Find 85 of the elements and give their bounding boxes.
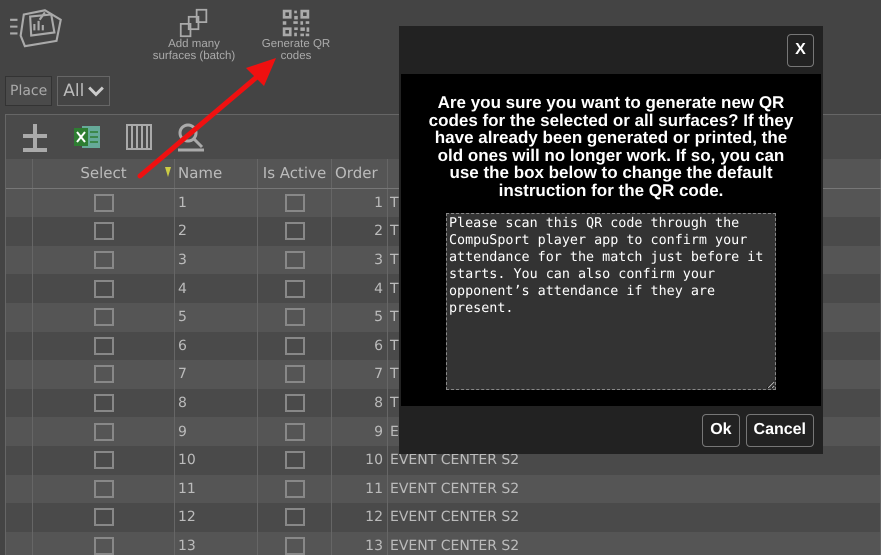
table-cell: 8 bbox=[178, 395, 187, 412]
table-cell: 5 bbox=[374, 309, 383, 326]
chevron-down-icon bbox=[88, 85, 104, 97]
checkbox[interactable] bbox=[284, 451, 304, 470]
checkbox[interactable] bbox=[284, 251, 304, 270]
place-label: Place bbox=[5, 76, 52, 106]
table-cell: 6 bbox=[374, 338, 383, 354]
checkbox[interactable] bbox=[94, 537, 114, 555]
checkbox[interactable] bbox=[94, 222, 114, 240]
table-cell: 10 bbox=[178, 452, 196, 468]
table-cell: 8 bbox=[374, 395, 383, 412]
checkbox[interactable] bbox=[284, 480, 304, 498]
table-cell: 9 bbox=[178, 424, 187, 440]
table-cell: 10 bbox=[365, 452, 383, 468]
table-cell: EVENT CENTER S2 bbox=[390, 452, 520, 468]
toolbar-button[interactable]: Add many surfaces (batch) bbox=[152, 8, 236, 62]
table-cell: T bbox=[390, 194, 399, 211]
plus-icon[interactable] bbox=[20, 122, 50, 152]
checkbox[interactable] bbox=[94, 308, 114, 326]
table-cell: T bbox=[390, 252, 399, 268]
table-cell: 12 bbox=[178, 509, 196, 526]
checkbox[interactable] bbox=[284, 336, 304, 355]
table-cell: T bbox=[390, 366, 399, 382]
checkbox[interactable] bbox=[284, 394, 304, 412]
columns-icon[interactable] bbox=[124, 122, 154, 152]
checkbox[interactable] bbox=[94, 251, 114, 270]
table-cell: 5 bbox=[178, 309, 187, 326]
table-cell: EVENT CENTER S2 bbox=[390, 480, 520, 497]
search-icon[interactable] bbox=[176, 122, 206, 152]
table-cell: 11 bbox=[365, 480, 383, 497]
checkbox[interactable] bbox=[94, 451, 114, 470]
table-cell: T bbox=[390, 280, 399, 297]
checkbox[interactable] bbox=[284, 194, 304, 212]
table-cell: T bbox=[390, 395, 399, 412]
table-cell: 2 bbox=[374, 223, 383, 240]
checkbox[interactable] bbox=[284, 365, 304, 384]
toolbar-button[interactable]: Generate QR codes bbox=[254, 8, 338, 62]
checkbox[interactable] bbox=[284, 308, 304, 326]
table-cell: 12 bbox=[365, 509, 383, 526]
column-header[interactable]: Select bbox=[33, 159, 175, 188]
checkbox[interactable] bbox=[284, 537, 304, 555]
checkbox[interactable] bbox=[284, 422, 304, 441]
table-cell: 4 bbox=[178, 280, 187, 297]
table-cell: 1 bbox=[374, 194, 383, 211]
checkbox[interactable] bbox=[94, 280, 114, 298]
table-cell: T bbox=[390, 223, 399, 240]
table-cell: 13 bbox=[365, 538, 383, 554]
linked-squares-icon bbox=[179, 8, 209, 38]
checkbox[interactable] bbox=[284, 508, 304, 526]
instruction-field[interactable]: Please scan this QR code through the CompuSport player app to confirm your attendance for the match just before it starts. You can also confirm your opponent’s attendance if they are present. bbox=[446, 213, 776, 390]
table-cell: 9 bbox=[374, 424, 383, 440]
column-header[interactable]: Is Active bbox=[258, 159, 332, 188]
table-cell: 13 bbox=[178, 538, 196, 554]
filter-icon[interactable] bbox=[164, 165, 172, 179]
table-cell: EVENT CENTER S2 bbox=[390, 538, 520, 554]
table-cell: 3 bbox=[178, 252, 187, 268]
table-cell: 6 bbox=[178, 338, 187, 354]
table-cell: 7 bbox=[178, 366, 187, 382]
checkbox[interactable] bbox=[94, 365, 114, 384]
ok-button[interactable]: Ok bbox=[702, 414, 740, 446]
checkbox[interactable] bbox=[94, 394, 114, 412]
checkbox[interactable] bbox=[94, 508, 114, 526]
table-cell: T bbox=[390, 338, 399, 354]
place-dropdown[interactable]: All bbox=[57, 76, 110, 106]
checkbox[interactable] bbox=[94, 480, 114, 498]
checkbox[interactable] bbox=[94, 194, 114, 212]
table-cell: 4 bbox=[374, 280, 383, 297]
table-cell: 11 bbox=[178, 480, 196, 497]
table-cell: 2 bbox=[178, 223, 187, 240]
checkbox[interactable] bbox=[94, 422, 114, 441]
cancel-button[interactable]: Cancel bbox=[746, 414, 814, 446]
checkbox[interactable] bbox=[284, 222, 304, 240]
checkbox[interactable] bbox=[284, 280, 304, 298]
close-button[interactable]: X bbox=[787, 34, 814, 66]
checkbox[interactable] bbox=[94, 336, 114, 355]
table-cell: T bbox=[390, 309, 399, 326]
table-cell: 7 bbox=[374, 366, 383, 382]
column-header[interactable]: Order bbox=[332, 159, 388, 188]
column-header[interactable]: Name bbox=[175, 159, 258, 188]
dialog-message: Are you sure you want to generate new QR codes for the selected or all surfaces? If they have already been generated or printed, the old ones will no longer work. If so, you can use the box below to change the default instruction for the QR code. bbox=[428, 94, 794, 199]
table-cell: 3 bbox=[374, 252, 383, 268]
table-cell: EVENT CENTER S2 bbox=[390, 509, 520, 526]
table-cell: 1 bbox=[178, 194, 187, 211]
qr-code-icon bbox=[281, 8, 311, 38]
table-cell: E bbox=[390, 424, 399, 440]
